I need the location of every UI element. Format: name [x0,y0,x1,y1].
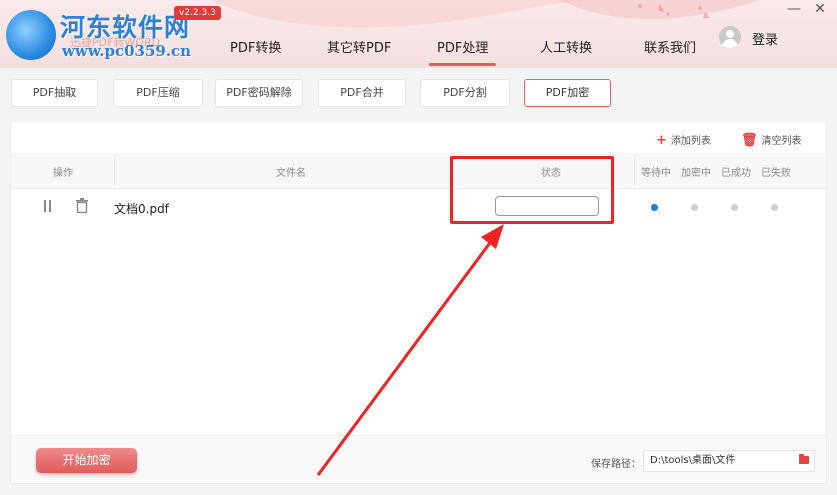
encrypting-indicator [691,204,698,211]
add-list-button[interactable]: + 添加列表 [656,132,711,148]
clear-list-label: 清空列表 [761,136,802,147]
logo-globe-icon [6,10,56,60]
close-button[interactable]: ✕ [810,0,830,18]
user-avatar-icon[interactable] [719,26,741,48]
tab-pdf-unlock[interactable]: PDF密码解除 [215,79,303,107]
delete-icon[interactable] [75,198,89,213]
tab-pdf-merge[interactable]: PDF合并 [318,79,406,107]
tab-pdf-split[interactable]: PDF分割 [420,79,510,107]
version-badge: v2.2.3.3 [174,6,221,20]
add-list-label: 添加列表 [670,136,711,147]
column-divider [114,157,115,185]
logo-text: 河东软件网 [60,13,191,42]
col-success: 已成功 [721,168,751,179]
success-indicator [731,204,738,211]
nav-manual-convert[interactable]: 人工转换 [540,36,592,62]
tab-pdf-encrypt[interactable]: PDF加密 [524,79,611,107]
pause-icon[interactable] [43,200,53,212]
file-name: 文档0.pdf [114,202,169,216]
save-path-label: 保存路径： [591,459,641,470]
panel-footer: 开始加密 保存路径： D:\tools\桌面\文件 [11,435,826,483]
minimize-button[interactable]: — [784,0,804,18]
failed-indicator [771,204,778,211]
file-list-panel: + 添加列表 🗑 清空列表 操作 文件名 状态 等待中 加密中 已成功 已失败 文档… [10,121,827,484]
waiting-indicator [651,204,658,211]
col-encrypting: 加密中 [681,168,711,179]
col-waiting: 等待中 [641,168,671,179]
logo-url: www.pc0359.cn [62,42,192,60]
tool-tabs: PDF抽取 PDF压缩 PDF密码解除 PDF合并 PDF分割 PDF加密 [0,68,837,116]
annotation-highlight-box [450,156,614,224]
trash-icon: 🗑 [741,133,758,148]
column-divider [634,157,635,185]
save-path-field[interactable]: D:\tools\桌面\文件 [643,450,815,472]
title-bar: 迅捷PDF转WORD 河东软件网 www.pc0359.cn v2.2.3.3 … [0,0,837,68]
tab-pdf-extract[interactable]: PDF抽取 [11,79,98,107]
nav-pdf-process[interactable]: PDF处理 [428,36,497,66]
plus-icon: + [656,133,667,148]
col-failed: 已失败 [761,168,791,179]
start-encrypt-button[interactable]: 开始加密 [36,448,137,473]
clear-list-button[interactable]: 🗑 清空列表 [741,132,802,148]
col-filename: 文件名 [276,168,306,179]
nav-pdf-convert[interactable]: PDF转换 [230,36,281,62]
tab-pdf-compress[interactable]: PDF压缩 [113,79,203,107]
folder-icon[interactable] [799,454,809,464]
nav-contact-us[interactable]: 联系我们 [644,36,696,62]
nav-other-to-pdf[interactable]: 其它转PDF [327,36,391,62]
save-path-value: D:\tools\桌面\文件 [650,455,736,466]
table-header: 操作 文件名 状态 等待中 加密中 已成功 已失败 [11,153,826,189]
col-operation: 操作 [53,168,73,179]
table-row: 文档0.pdf [11,189,826,223]
login-link[interactable]: 登录 [752,29,778,48]
